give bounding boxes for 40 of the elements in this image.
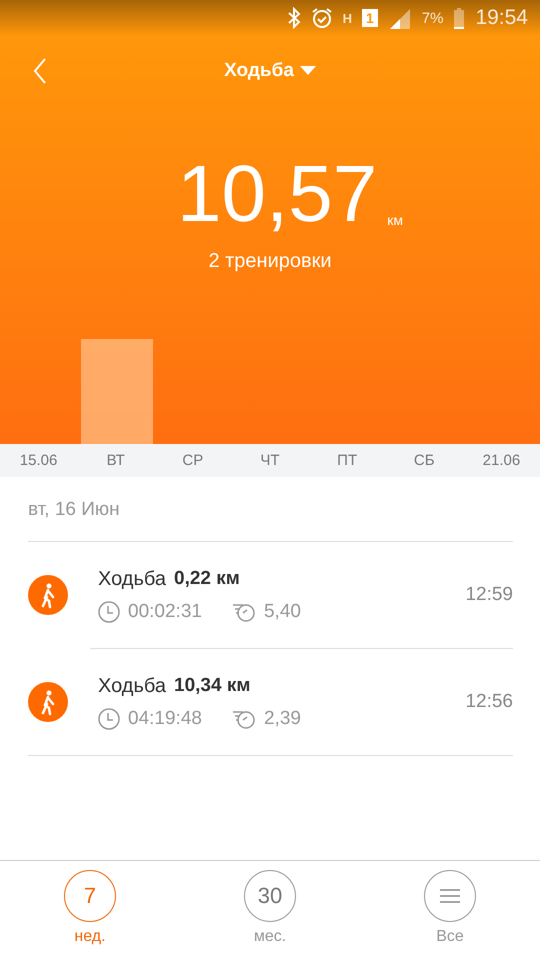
battery-icon bbox=[453, 7, 466, 29]
total-distance: 10,57 bbox=[177, 154, 378, 234]
day-label: ЧТ bbox=[259, 452, 281, 469]
day-label: ПТ bbox=[336, 452, 358, 469]
signal-icon bbox=[388, 7, 412, 29]
day-label: СР bbox=[181, 452, 204, 469]
workout-distance: 10,34 км bbox=[174, 674, 250, 698]
bluetooth-icon bbox=[286, 7, 301, 29]
period-tab[interactable]: 7 нед. bbox=[0, 861, 180, 960]
distance-unit: км bbox=[387, 212, 403, 228]
walking-icon bbox=[28, 575, 68, 615]
alarm-icon bbox=[310, 7, 333, 29]
battery-percent: 7% bbox=[422, 10, 444, 26]
workout-count: 2 тренировки bbox=[207, 250, 333, 273]
workout-time: 12:56 bbox=[465, 691, 513, 713]
workout-pace: 2,39 bbox=[264, 708, 301, 730]
date-header: вт, 16 Июн bbox=[28, 477, 513, 542]
day-label: ВТ bbox=[106, 452, 126, 469]
day-label: 21.06 bbox=[482, 452, 522, 469]
clock-icon bbox=[98, 708, 120, 730]
workout-name: Ходьба bbox=[98, 568, 166, 590]
workout-duration: 04:19:48 bbox=[128, 708, 202, 730]
workout-pace: 5,40 bbox=[264, 600, 301, 622]
day-label: 15.06 bbox=[18, 452, 58, 469]
clock-icon bbox=[98, 600, 120, 622]
workout-distance: 0,22 км bbox=[174, 568, 240, 590]
workout-time: 12:59 bbox=[465, 584, 513, 606]
period-tab[interactable]: 30 мес. bbox=[180, 861, 360, 960]
network-type: H bbox=[342, 10, 352, 26]
status-time: 19:54 bbox=[475, 6, 528, 30]
period-tab[interactable]: Все bbox=[360, 861, 540, 960]
day-label: СБ bbox=[412, 452, 436, 469]
activity-dropdown[interactable]: Ходьба bbox=[224, 60, 316, 82]
walking-icon bbox=[28, 682, 68, 722]
sim-indicator: 1 bbox=[362, 9, 378, 27]
workout-name: Ходьба bbox=[98, 674, 166, 698]
menu-icon bbox=[440, 889, 460, 903]
caret-icon bbox=[300, 66, 316, 76]
workout-duration: 00:02:31 bbox=[128, 600, 202, 622]
back-icon[interactable] bbox=[33, 58, 47, 84]
